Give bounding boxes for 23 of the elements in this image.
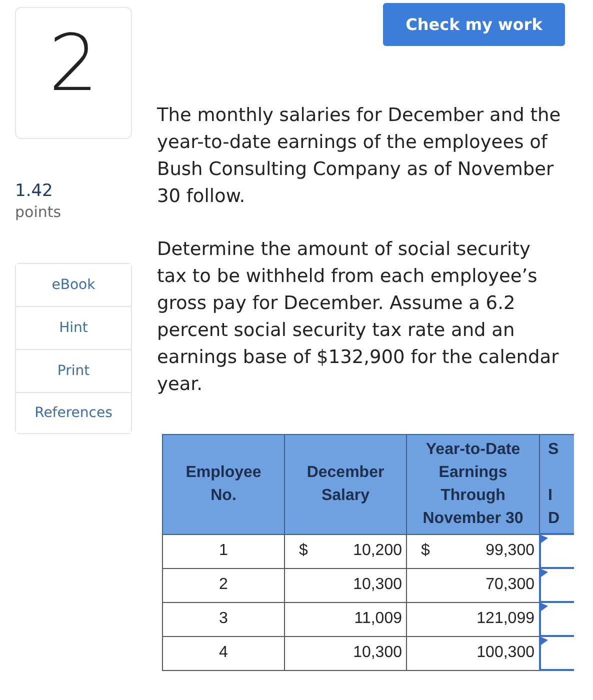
table-cell: $ 10,200 [284,534,406,568]
column-header: December Salary [284,434,406,534]
score-value: 1.42 [15,181,54,201]
question-text: The monthly salaries for December and the year-to-date earnings of the employees of Bush Consulting Company as of November 30 follow. [157,104,562,209]
triangle-icon [540,603,548,611]
triangle-icon [540,569,548,577]
question-text: Determine the amount of social security tax to be withheld from each employee’s gross pay for December. Assume a 6.2 percent social security tax rate and an earnings base of $132,900 for the calendar year. [157,238,560,397]
table-cell: 10,300 [284,636,406,670]
column-header: Year-to-Date Earnings Through November 30 [406,434,540,534]
score-unit: points [15,203,62,221]
column-header: S I D [540,434,574,534]
tool-link[interactable]: eBook [16,264,131,307]
table-cell: 4 [162,636,284,670]
triangle-icon [540,535,548,543]
question-number: 2 [48,25,98,103]
table-cell: 3 [162,602,284,636]
table-cell: 2 [162,568,284,602]
table-cell: 1 [162,534,284,568]
column-header: Employee No. [162,434,284,534]
table-cell: 11,009 [284,602,406,636]
check-my-work-button[interactable]: Check my work [383,3,565,46]
table-cell: 10,300 [284,568,406,602]
triangle-icon [540,637,548,645]
